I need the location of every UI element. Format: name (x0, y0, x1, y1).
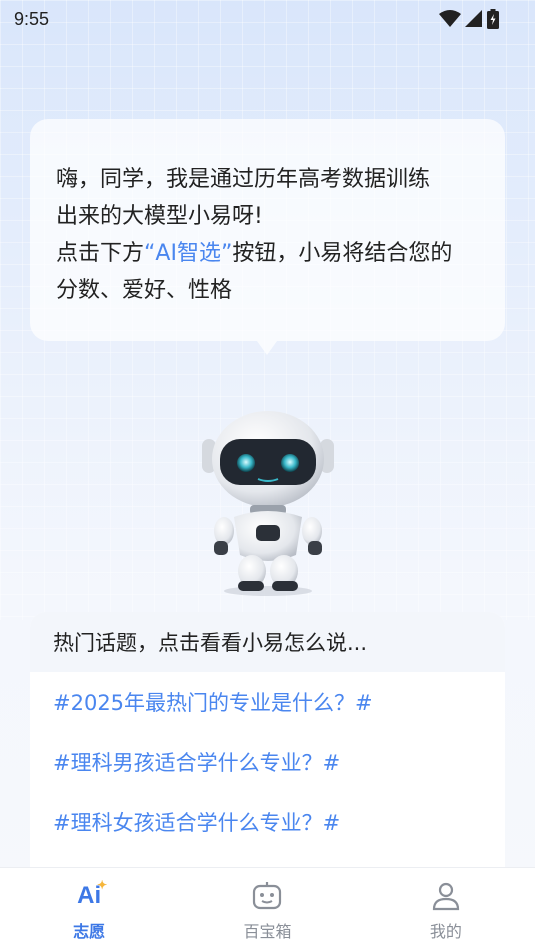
status-time: 9:55 (14, 8, 50, 29)
bottom-tab-bar: Ai ✦ 志愿 百宝箱 我的 (0, 867, 535, 951)
hot-topics-card: 热门话题，点击看看小易怎么说... #2025年最热门的专业是什么？# #理科男… (30, 612, 505, 882)
robot-box-icon (250, 880, 284, 912)
ai-select-highlight: “AI智选” (144, 241, 233, 266)
robot-mascot-image (202, 411, 334, 596)
message-line: 出来的大模型小易呀! (56, 204, 263, 229)
assistant-message-bubble: 嗨，同学，我是通过历年高考数据训练 出来的大模型小易呀! 点击下方“AI智选”按… (30, 119, 505, 341)
tab-toolbox[interactable]: 百宝箱 (178, 868, 356, 951)
ai-icon: Ai ✦ (77, 878, 108, 909)
tab-volunteer[interactable]: Ai ✦ 志愿 (0, 868, 178, 951)
hot-topics-header: 热门话题，点击看看小易怎么说... (30, 612, 505, 672)
message-line: 嗨，同学，我是通过历年高考数据训练 (56, 167, 431, 192)
message-line: 分数、爱好、性格 (56, 278, 233, 303)
status-bar: 9:55 (0, 0, 535, 38)
wifi-icon (439, 10, 461, 27)
status-icons (439, 9, 499, 29)
topic-item[interactable]: #理科女孩适合学什么专业？# (30, 792, 505, 852)
topic-item[interactable]: #2025年最热门的专业是什么？# (30, 672, 505, 732)
signal-icon (465, 10, 482, 27)
message-line: 点击下方“AI智选”按钮，小易将结合您的 (56, 235, 479, 272)
tab-mine[interactable]: 我的 (357, 868, 535, 951)
person-icon (429, 880, 463, 912)
tab-label: 百宝箱 (243, 922, 292, 941)
battery-icon (487, 9, 499, 29)
tab-label: 志愿 (73, 922, 106, 941)
tab-label: 我的 (429, 922, 462, 941)
message-text: 点击下方 (56, 241, 145, 266)
topic-item[interactable]: #理科男孩适合学什么专业？# (30, 732, 505, 792)
bubble-tail (257, 341, 277, 355)
message-text: 按钮，小易将结合您的 (232, 241, 453, 266)
